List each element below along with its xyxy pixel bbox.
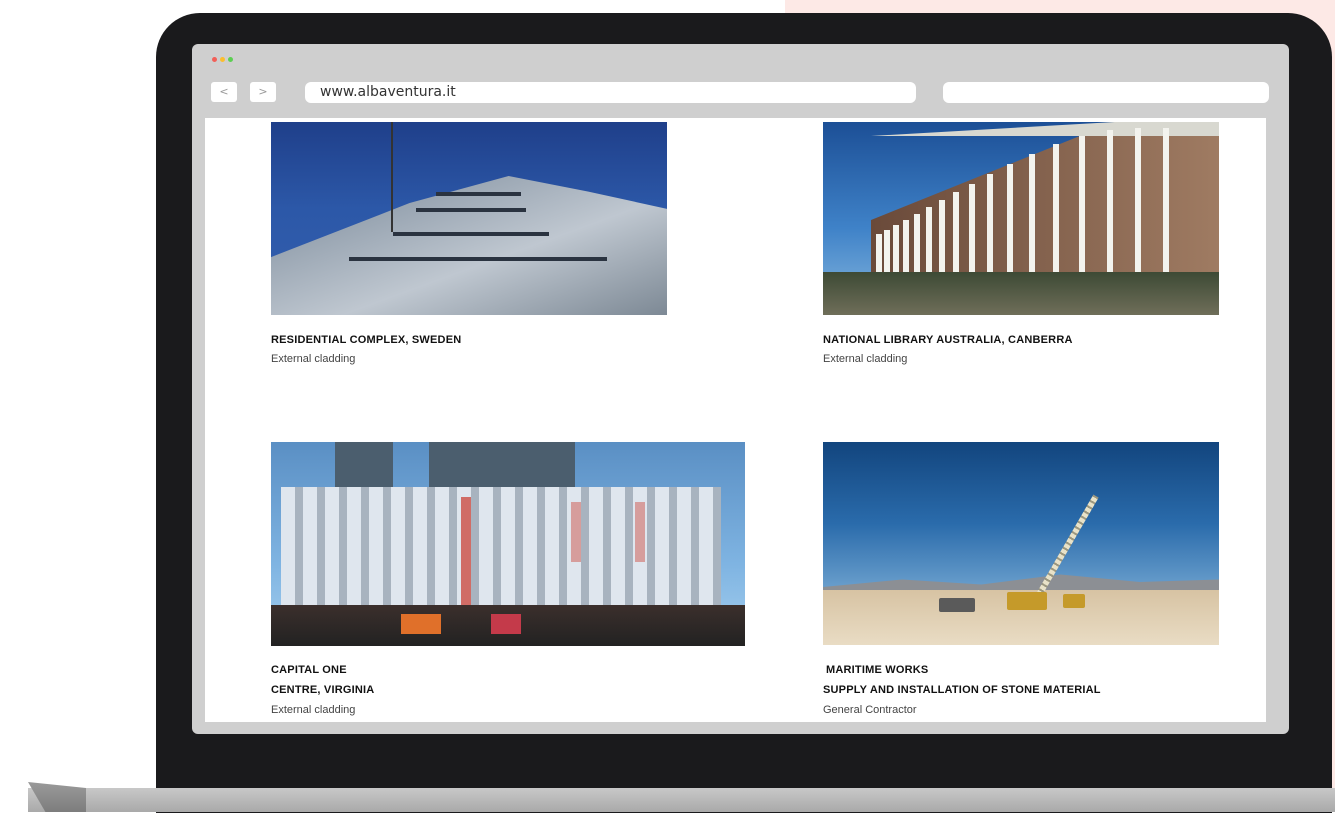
truck [1063, 594, 1085, 608]
column [903, 220, 909, 280]
lamp-pole [391, 122, 393, 232]
column [1107, 130, 1113, 280]
project-subtitle: External cladding [271, 704, 356, 716]
ground [823, 272, 1219, 315]
column [1079, 136, 1085, 280]
building-facade [271, 176, 667, 315]
window-strip [349, 257, 607, 261]
address-bar[interactable]: www.albaventura.it [305, 82, 916, 103]
column [1053, 144, 1059, 280]
project-subtitle: External cladding [823, 353, 908, 365]
back-button[interactable]: < [211, 82, 237, 102]
project-subtitle: External cladding [271, 353, 356, 365]
column [926, 207, 932, 280]
red-light-strip [571, 502, 581, 562]
shop-light [491, 614, 521, 634]
main-facade [281, 487, 721, 607]
browser-window: < > www.albaventura.it RESIDENTIAL COMPL… [192, 44, 1289, 734]
red-light-strip [461, 497, 471, 605]
project-title[interactable]: NATIONAL LIBRARY AUSTRALIA, CANBERRA [823, 334, 1073, 346]
project-image[interactable] [823, 442, 1219, 645]
minimize-dot-icon[interactable] [220, 57, 225, 62]
crane-body [1007, 592, 1047, 610]
close-dot-icon[interactable] [212, 57, 217, 62]
project-title[interactable]: SUPPLY AND INSTALLATION OF STONE MATERIA… [823, 684, 1101, 696]
window-strip [416, 208, 526, 212]
column [939, 200, 945, 280]
search-field[interactable] [943, 82, 1269, 103]
maximize-dot-icon[interactable] [228, 57, 233, 62]
forward-button[interactable]: > [250, 82, 276, 102]
window-controls [212, 57, 233, 62]
column [953, 192, 959, 280]
project-title[interactable]: RESIDENTIAL COMPLEX, SWEDEN [271, 334, 461, 346]
column [987, 174, 993, 280]
column [1007, 164, 1013, 280]
project-image[interactable] [271, 442, 745, 646]
column [969, 184, 975, 280]
project-image[interactable] [271, 122, 667, 315]
project-title[interactable]: MARITIME WORKS [826, 664, 928, 676]
shop-light [401, 614, 441, 634]
column [1029, 154, 1035, 280]
project-title[interactable]: CAPITAL ONE [271, 664, 347, 676]
web-page: RESIDENTIAL COMPLEX, SWEDEN External cla… [205, 118, 1266, 722]
column [1135, 128, 1141, 280]
column [914, 214, 920, 280]
laptop-base [28, 788, 1335, 812]
project-image[interactable] [823, 122, 1219, 315]
project-subtitle: General Contractor [823, 704, 917, 716]
red-light-strip [635, 502, 645, 562]
loader [939, 598, 975, 612]
column [1163, 128, 1169, 280]
window-strip [436, 192, 521, 196]
window-strip [393, 232, 549, 236]
project-title[interactable]: CENTRE, VIRGINIA [271, 684, 374, 696]
